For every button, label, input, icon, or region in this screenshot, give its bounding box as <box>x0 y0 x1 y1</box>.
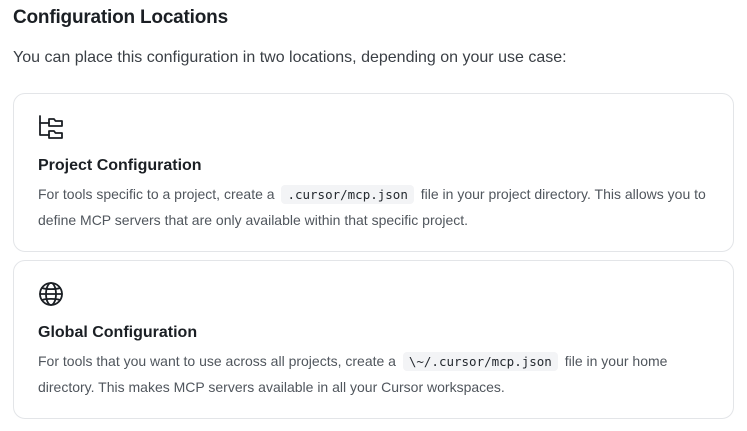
desc-text: For tools that you want to use across al… <box>38 353 396 369</box>
card-description: For tools that you want to use across al… <box>38 349 708 399</box>
page-heading: Configuration Locations <box>13 7 228 28</box>
inline-code: .cursor/mcp.json <box>281 185 414 204</box>
folder-tree-icon <box>37 113 65 141</box>
desc-text: For tools specific to a project, create … <box>38 186 275 202</box>
globe-icon <box>37 280 65 308</box>
intro-text: You can place this configuration in two … <box>13 49 567 66</box>
project-configuration-card: Project Configuration For tools specific… <box>13 93 734 252</box>
inline-code: \~/.cursor/mcp.json <box>402 352 558 371</box>
card-title: Project Configuration <box>38 157 202 174</box>
card-description: For tools specific to a project, create … <box>38 182 708 232</box>
card-title: Global Configuration <box>38 324 198 341</box>
global-configuration-card: Global Configuration For tools that you … <box>13 260 734 419</box>
page: Configuration Locations You can place th… <box>0 0 747 431</box>
